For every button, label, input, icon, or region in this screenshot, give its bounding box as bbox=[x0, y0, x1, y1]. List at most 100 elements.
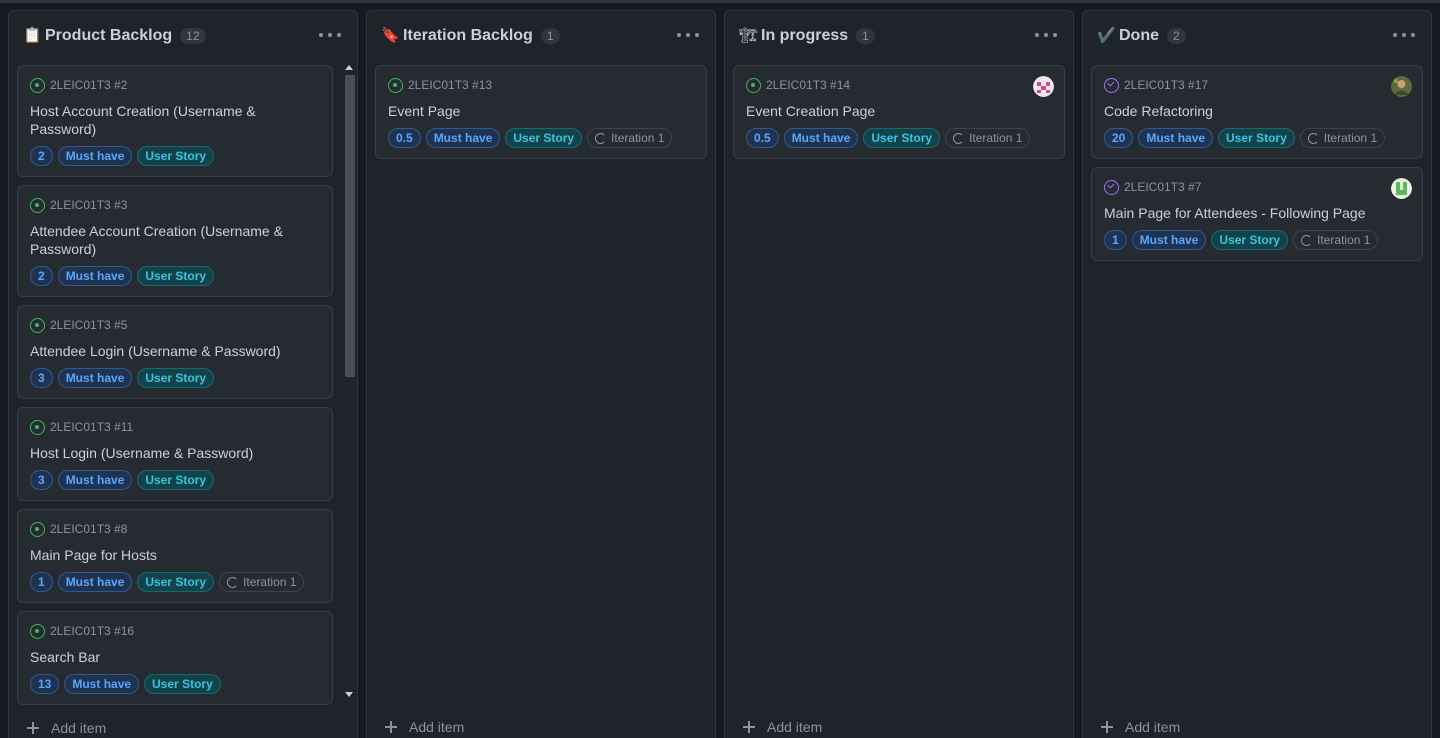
column-count-badge: 1 bbox=[856, 28, 875, 44]
issue-title[interactable]: Event Creation Page bbox=[746, 102, 1052, 120]
iteration-text: Iteration 1 bbox=[1323, 131, 1378, 145]
issue-card[interactable]: 2LEIC01T3 #8 Main Page for Hosts 1 Must … bbox=[17, 509, 333, 603]
add-item-label: Add item bbox=[51, 720, 107, 736]
estimate-label: 20 bbox=[1104, 128, 1134, 148]
open-issue-icon bbox=[388, 77, 403, 93]
issue-card[interactable]: 2LEIC01T3 #7 Main Page for Attendees - F… bbox=[1091, 167, 1423, 261]
issue-card[interactable]: 2LEIC01T3 #3 Attendee Account Creation (… bbox=[17, 185, 333, 297]
type-label: User Story bbox=[137, 266, 215, 286]
scrollbar-thumb[interactable] bbox=[345, 75, 355, 377]
project-board: 📋 Product Backlog 12 2LEIC01T3 #2 Host A… bbox=[8, 10, 1432, 738]
issue-card[interactable]: 2LEIC01T3 #11 Host Login (Username & Pas… bbox=[17, 407, 333, 501]
column-count-badge: 12 bbox=[180, 28, 206, 44]
iteration-label: Iteration 1 bbox=[587, 128, 673, 148]
iteration-icon bbox=[227, 576, 239, 588]
assignee-avatar[interactable] bbox=[1391, 76, 1412, 97]
iteration-label: Iteration 1 bbox=[1299, 128, 1386, 148]
closed-issue-icon bbox=[1104, 179, 1119, 195]
open-issue-icon bbox=[30, 77, 45, 93]
column-product-backlog: 📋 Product Backlog 12 2LEIC01T3 #2 Host A… bbox=[8, 10, 358, 738]
issue-reference: 2LEIC01T3 #2 bbox=[50, 78, 128, 92]
issue-reference: 2LEIC01T3 #17 bbox=[1124, 78, 1209, 92]
issue-card[interactable]: 2LEIC01T3 #13 Event Page 0.5 Must have U… bbox=[375, 65, 707, 159]
assignee-avatar[interactable] bbox=[1033, 76, 1054, 97]
type-label: User Story bbox=[863, 128, 941, 148]
top-divider bbox=[0, 0, 1440, 3]
issue-title[interactable]: Host Account Creation (Username & Passwo… bbox=[30, 102, 320, 138]
issue-title[interactable]: Event Page bbox=[388, 102, 694, 120]
issue-reference: 2LEIC01T3 #7 bbox=[1124, 180, 1202, 194]
issue-title[interactable]: Main Page for Hosts bbox=[30, 546, 320, 564]
iteration-label: Iteration 1 bbox=[945, 128, 1031, 148]
priority-label: Must have bbox=[1138, 128, 1214, 148]
issue-reference: 2LEIC01T3 #13 bbox=[408, 78, 493, 92]
iteration-text: Iteration 1 bbox=[1317, 233, 1371, 247]
column-menu-button[interactable] bbox=[677, 25, 699, 45]
column-count-badge: 1 bbox=[540, 28, 560, 44]
issue-reference: 2LEIC01T3 #3 bbox=[50, 198, 128, 212]
priority-label: Must have bbox=[425, 128, 501, 148]
iteration-label: Iteration 1 bbox=[219, 572, 305, 592]
card-list: 2LEIC01T3 #2 Host Account Creation (User… bbox=[17, 65, 333, 711]
add-item-button[interactable]: Add item bbox=[27, 720, 106, 736]
issue-title[interactable]: Code Refactoring bbox=[1104, 102, 1410, 120]
issue-reference: 2LEIC01T3 #16 bbox=[50, 624, 135, 638]
estimate-label: 1 bbox=[1104, 230, 1127, 250]
add-item-button[interactable]: Add item bbox=[385, 719, 464, 735]
add-item-button[interactable]: Add item bbox=[1101, 719, 1180, 735]
plus-icon bbox=[385, 721, 397, 733]
iteration-icon bbox=[1301, 234, 1313, 246]
type-label: User Story bbox=[137, 368, 215, 388]
column-in-progress: 🏗 In progress 1 2LEIC01T3 #14 Event Crea… bbox=[724, 10, 1074, 738]
type-label: User Story bbox=[137, 146, 215, 166]
priority-label: Must have bbox=[1131, 230, 1207, 250]
clipboard-icon: 📋 bbox=[23, 27, 42, 44]
issue-card[interactable]: 2LEIC01T3 #5 Attendee Login (Username & … bbox=[17, 305, 333, 399]
add-item-button[interactable]: Add item bbox=[743, 719, 822, 735]
issue-title[interactable]: Host Login (Username & Password) bbox=[30, 444, 320, 462]
issue-card[interactable]: 2LEIC01T3 #14 Event Creation Page 0.5 Mu… bbox=[733, 65, 1065, 159]
priority-label: Must have bbox=[57, 572, 133, 592]
issue-title[interactable]: Search Bar bbox=[30, 648, 320, 666]
issue-card[interactable]: 2LEIC01T3 #17 Code Refactoring 20 Must h… bbox=[1091, 65, 1423, 159]
column-scrollbar[interactable] bbox=[343, 63, 355, 699]
bookmark-icon: 🔖 bbox=[381, 27, 400, 44]
column-iteration-backlog: 🔖 Iteration Backlog 1 2LEIC01T3 #13 Even… bbox=[366, 10, 716, 738]
priority-label: Must have bbox=[57, 368, 133, 388]
issue-card[interactable]: 2LEIC01T3 #16 Search Bar 13 Must have Us… bbox=[17, 611, 333, 705]
column-title: Iteration Backlog bbox=[403, 27, 533, 44]
add-item-label: Add item bbox=[767, 719, 823, 735]
plus-icon bbox=[27, 722, 39, 734]
column-header: 🏗 In progress 1 bbox=[725, 11, 1073, 61]
iteration-icon bbox=[1307, 132, 1319, 144]
column-count-badge: 2 bbox=[1167, 28, 1186, 44]
issue-reference: 2LEIC01T3 #11 bbox=[50, 420, 134, 434]
assignee-avatar[interactable] bbox=[1391, 178, 1412, 199]
priority-label: Must have bbox=[64, 674, 140, 694]
issue-title[interactable]: Attendee Login (Username & Password) bbox=[30, 342, 320, 360]
estimate-label: 3 bbox=[30, 368, 53, 388]
type-label: User Story bbox=[505, 128, 583, 148]
issue-card[interactable]: 2LEIC01T3 #2 Host Account Creation (User… bbox=[17, 65, 333, 177]
priority-label: Must have bbox=[57, 266, 133, 286]
column-menu-button[interactable] bbox=[1035, 25, 1057, 45]
iteration-icon bbox=[595, 132, 607, 144]
issue-title[interactable]: Main Page for Attendees - Following Page bbox=[1104, 204, 1410, 222]
type-label: User Story bbox=[1218, 128, 1295, 148]
column-title: Done bbox=[1119, 27, 1159, 44]
column-menu-button[interactable] bbox=[319, 25, 341, 45]
column-header: 🔖 Iteration Backlog 1 bbox=[367, 11, 715, 61]
scroll-up-arrow-icon[interactable] bbox=[345, 65, 353, 70]
plus-icon bbox=[1101, 721, 1113, 733]
card-list: 2LEIC01T3 #17 Code Refactoring 20 Must h… bbox=[1091, 65, 1423, 701]
type-label: User Story bbox=[137, 470, 215, 490]
priority-label: Must have bbox=[783, 128, 859, 148]
column-menu-button[interactable] bbox=[1393, 25, 1415, 45]
scroll-down-arrow-icon[interactable] bbox=[345, 692, 353, 697]
open-issue-icon bbox=[30, 197, 45, 213]
add-item-label: Add item bbox=[409, 719, 465, 735]
open-issue-icon bbox=[30, 623, 45, 639]
estimate-label: 2 bbox=[30, 146, 53, 166]
issue-title[interactable]: Attendee Account Creation (Username & Pa… bbox=[30, 222, 320, 258]
iteration-text: Iteration 1 bbox=[243, 575, 297, 589]
